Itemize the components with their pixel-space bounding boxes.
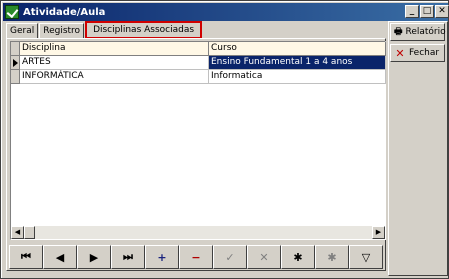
row-indicator [11,56,20,70]
post-record-button[interactable]: ✓ [213,245,247,269]
app-icon [5,5,19,19]
report-button[interactable]: 🖶 Relatório [390,23,446,41]
cancel-edit-button[interactable]: ✕ [247,245,281,269]
scroll-track[interactable] [35,226,372,239]
tab-panel: Disciplina Curso ARTES Ensino Fundamenta… [6,38,386,271]
horizontal-scrollbar[interactable]: ◀ ▶ [11,226,385,239]
close-x-icon: ✕ [395,46,405,60]
header-indicator [11,42,20,56]
cell-disciplina[interactable]: INFORMÁTICA [20,70,209,84]
tab-geral[interactable]: Geral [6,23,39,39]
scroll-thumb[interactable] [24,226,35,239]
delete-record-button[interactable]: − [179,245,213,269]
filter-button[interactable]: ▽ [349,245,383,269]
main-window: Atividade/Aula _ □ ✕ Geral Registro Disc… [0,0,449,279]
column-header-curso[interactable]: Curso [209,42,386,56]
insert-record-button[interactable]: + [145,245,179,269]
scroll-left-icon[interactable]: ◀ [11,226,24,239]
report-label: Relatório [405,27,446,37]
row-indicator [11,70,20,84]
table-row[interactable]: INFORMÁTICA Informatica [11,70,386,84]
table-row[interactable]: ARTES Ensino Fundamental 1 a 4 anos [11,56,386,70]
refresh-button[interactable]: ✱ [281,245,315,269]
disciplines-grid[interactable]: Disciplina Curso ARTES Ensino Fundamenta… [10,41,386,240]
tab-strip: Geral Registro Disciplinas Associadas [6,19,203,39]
window-title: Atividade/Aula [23,6,106,18]
column-header-disciplina[interactable]: Disciplina [20,42,209,56]
close-window-button[interactable]: ✕ [435,5,449,18]
db-navigator: ⏮ ◀ ▶ ⏭ + − ✓ ✕ ✱ ✱ ▽ [9,245,385,269]
cell-curso[interactable]: Ensino Fundamental 1 a 4 anos [209,56,386,70]
tab-disciplinas-associadas[interactable]: Disciplinas Associadas [85,21,203,39]
maximize-button[interactable]: □ [420,5,434,18]
close-label: Fechar [409,48,440,58]
printer-icon: 🖶 [394,27,403,37]
filter-edit-button[interactable]: ✱ [315,245,349,269]
minimize-button[interactable]: _ [405,5,419,18]
last-record-button[interactable]: ⏭ [111,245,145,269]
scroll-right-icon[interactable]: ▶ [372,226,385,239]
grid-header: Disciplina Curso [11,42,386,56]
prior-record-button[interactable]: ◀ [43,245,77,269]
tab-registro[interactable]: Registro [39,23,85,39]
current-row-arrow-icon [13,59,18,67]
cell-curso[interactable]: Informatica [209,70,386,84]
first-record-button[interactable]: ⏮ [9,245,43,269]
next-record-button[interactable]: ▶ [77,245,111,269]
close-button[interactable]: ✕ Fechar [390,44,445,62]
cell-disciplina[interactable]: ARTES [20,56,209,70]
